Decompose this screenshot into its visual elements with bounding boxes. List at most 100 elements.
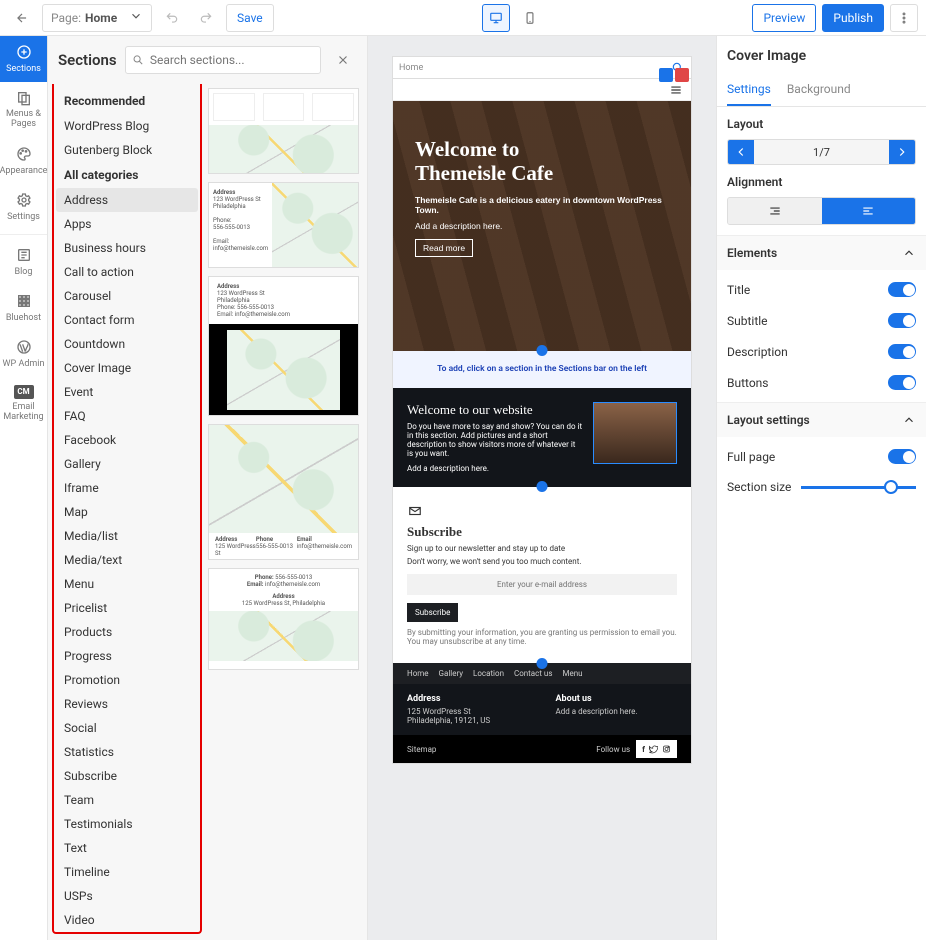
align-right-button[interactable] xyxy=(728,198,822,224)
section-thumbnail[interactable]: Address123 WordPress StPhiladelphiaPhone… xyxy=(208,276,359,416)
back-button[interactable] xyxy=(8,4,36,32)
more-options-button[interactable] xyxy=(890,4,918,32)
section-delete-icon[interactable] xyxy=(675,68,689,82)
category-item[interactable]: Apps xyxy=(56,212,198,236)
element-toggle[interactable] xyxy=(888,313,916,328)
element-toggle[interactable] xyxy=(888,344,916,359)
rail-menus-pages[interactable]: Menus & Pages xyxy=(0,82,47,138)
section-thumbnail[interactable]: Phone: 556-555-0013Email: info@themeisle… xyxy=(208,568,359,670)
category-item[interactable]: WordPress Blog xyxy=(56,114,198,138)
category-item[interactable]: Address xyxy=(56,188,198,212)
page-frame[interactable]: Home Welcome toThemeisle Cafe Themeisle … xyxy=(392,56,692,920)
category-item[interactable]: Text xyxy=(56,836,198,860)
fullpage-toggle[interactable] xyxy=(888,449,916,464)
section-thumbnail[interactable]: Address123 WordPress StPhiladelphiaPhone… xyxy=(208,182,359,268)
publish-button[interactable]: Publish xyxy=(822,4,884,32)
category-item[interactable]: Event xyxy=(56,380,198,404)
hamburger-icon[interactable] xyxy=(669,83,683,97)
category-item[interactable]: Gallery xyxy=(56,452,198,476)
footer-nav-link[interactable]: Gallery xyxy=(439,669,464,678)
category-item[interactable]: Cover Image xyxy=(56,356,198,380)
subscribe-section[interactable]: Subscribe Sign up to our newsletter and … xyxy=(393,486,691,664)
tab-settings[interactable]: Settings xyxy=(727,76,771,106)
sectionsize-slider[interactable] xyxy=(801,486,916,489)
layout-next-button[interactable] xyxy=(889,140,915,164)
layout-prev-button[interactable] xyxy=(728,140,754,164)
rail-settings[interactable]: Settings xyxy=(0,184,47,230)
welcome-image[interactable] xyxy=(593,402,677,464)
footer-main: Address125 WordPress StPhiladelphia, 191… xyxy=(393,684,691,735)
desktop-view-button[interactable] xyxy=(482,4,510,32)
footer-bottom: Sitemap Follow us f xyxy=(393,735,691,763)
footer-nav-link[interactable]: Menu xyxy=(562,669,582,678)
category-item[interactable]: Video xyxy=(56,908,198,932)
category-item[interactable]: Timeline xyxy=(56,860,198,884)
rail-blog[interactable]: Blog xyxy=(0,239,47,285)
envelope-icon xyxy=(407,504,423,518)
section-thumbnail[interactable] xyxy=(208,88,359,174)
elements-accordion-head[interactable]: Elements xyxy=(717,235,926,270)
element-toggle[interactable] xyxy=(888,375,916,390)
category-item[interactable]: USPs xyxy=(56,884,198,908)
category-item[interactable]: Testimonials xyxy=(56,812,198,836)
save-button[interactable]: Save xyxy=(226,4,274,32)
rail-email-marketing[interactable]: CM Email Marketing xyxy=(0,377,47,431)
email-input[interactable] xyxy=(407,574,677,595)
category-item[interactable]: Reviews xyxy=(56,692,198,716)
category-item[interactable]: Subscribe xyxy=(56,764,198,788)
category-item[interactable]: Map xyxy=(56,500,198,524)
layout-settings-accordion-head[interactable]: Layout settings xyxy=(717,402,926,437)
hero-cta-button[interactable]: Read more xyxy=(415,239,473,257)
close-sections-button[interactable] xyxy=(329,46,357,74)
category-item[interactable]: Carousel xyxy=(56,284,198,308)
mobile-view-button[interactable] xyxy=(516,4,544,32)
tab-background[interactable]: Background xyxy=(787,76,851,106)
section-edit-icon[interactable] xyxy=(659,68,673,82)
category-item[interactable]: Pricelist xyxy=(56,596,198,620)
category-item[interactable]: Business hours xyxy=(56,236,198,260)
facebook-icon[interactable]: f xyxy=(642,745,645,754)
search-field[interactable] xyxy=(150,53,320,67)
rail-appearance[interactable]: Appearance xyxy=(0,138,47,184)
category-item[interactable]: Statistics xyxy=(56,740,198,764)
welcome-section[interactable]: Welcome to our website Do you have more … xyxy=(393,388,691,487)
subscribe-button[interactable]: Subscribe xyxy=(407,603,458,622)
footer-nav-link[interactable]: Contact us xyxy=(514,669,552,678)
rail-bluehost[interactable]: Bluehost xyxy=(0,285,47,331)
section-thumbnail[interactable]: Address125 WordPress StPhone556-555-0013… xyxy=(208,424,359,560)
category-item[interactable]: Countdown xyxy=(56,332,198,356)
element-toggle[interactable] xyxy=(888,282,916,297)
category-item[interactable]: Call to action xyxy=(56,260,198,284)
search-sections-input[interactable] xyxy=(125,46,321,74)
rail-sections[interactable]: Sections xyxy=(0,36,47,82)
category-item[interactable]: FAQ xyxy=(56,404,198,428)
category-item[interactable]: Gutenberg Block xyxy=(56,138,198,162)
page-selector[interactable]: Page: Home xyxy=(42,4,152,32)
twitter-icon[interactable] xyxy=(649,742,658,756)
rail-sections-label: Sections xyxy=(6,64,41,74)
align-left-button[interactable] xyxy=(822,198,916,224)
category-item[interactable]: Iframe xyxy=(56,476,198,500)
preview-button[interactable]: Preview xyxy=(752,4,816,32)
footer-nav-link[interactable]: Home xyxy=(407,669,429,678)
hero-section[interactable]: Welcome toThemeisle Cafe Themeisle Cafe … xyxy=(393,101,691,351)
rail-wp-admin[interactable]: WP Admin xyxy=(0,331,47,377)
add-section-button[interactable] xyxy=(537,345,548,356)
redo-button[interactable] xyxy=(192,4,220,32)
category-item[interactable]: Promotion xyxy=(56,668,198,692)
search-icon xyxy=(132,53,144,67)
instagram-icon[interactable] xyxy=(662,742,671,756)
add-section-button[interactable] xyxy=(537,481,548,492)
category-item[interactable]: Menu xyxy=(56,572,198,596)
category-item[interactable]: Team xyxy=(56,788,198,812)
category-item[interactable]: Contact form xyxy=(56,308,198,332)
category-item[interactable]: Social xyxy=(56,716,198,740)
category-item[interactable]: Facebook xyxy=(56,428,198,452)
category-item[interactable]: Progress xyxy=(56,644,198,668)
category-item[interactable]: Products xyxy=(56,620,198,644)
undo-button[interactable] xyxy=(158,4,186,32)
category-item[interactable]: Media/text xyxy=(56,548,198,572)
add-section-button[interactable] xyxy=(537,658,548,669)
footer-nav-link[interactable]: Location xyxy=(473,669,504,678)
category-item[interactable]: Media/list xyxy=(56,524,198,548)
